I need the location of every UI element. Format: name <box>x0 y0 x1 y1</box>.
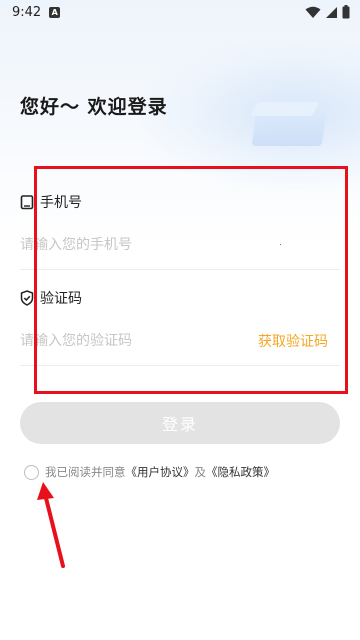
notification-icon: A <box>49 6 61 18</box>
status-time: 9:42 <box>12 4 42 20</box>
phone-icon <box>20 194 34 209</box>
user-agreement-link[interactable]: 《用户协议》 <box>126 464 195 480</box>
code-input[interactable] <box>20 332 240 349</box>
login-screen: 9:42 A 您好～ 欢迎登录 手机号 请输入您的手机号 验证码 请输入您的验证… <box>0 0 360 640</box>
code-label: 验证码 <box>40 291 82 307</box>
phone-input-row <box>20 220 340 270</box>
privacy-policy-link[interactable]: 《隐私政策》 <box>206 464 275 480</box>
code-input-row: 获取验证码 <box>20 316 340 366</box>
background-cube-decoration <box>251 112 327 146</box>
status-bar: 9:42 A <box>0 0 360 24</box>
battery-icon <box>342 5 350 19</box>
phone-field-label: 手机号 <box>20 192 82 212</box>
speck <box>280 244 281 245</box>
login-button[interactable]: 登录 <box>20 402 340 444</box>
signal-icon <box>326 6 337 18</box>
agreement-text: 我已阅读并同意 《用户协议》 及 《隐私政策》 <box>45 464 275 480</box>
background-cube-top-decoration <box>249 102 321 116</box>
red-arrow-annotation <box>37 482 65 568</box>
page-title: 您好～ 欢迎登录 <box>20 96 168 118</box>
get-code-button[interactable]: 获取验证码 <box>258 331 328 351</box>
phone-input[interactable] <box>20 236 240 253</box>
shield-check-icon <box>20 290 34 306</box>
agreement-conjunction: 及 <box>194 465 207 479</box>
phone-label: 手机号 <box>40 195 82 211</box>
wifi-icon <box>305 6 321 18</box>
code-field-label: 验证码 <box>20 288 82 308</box>
